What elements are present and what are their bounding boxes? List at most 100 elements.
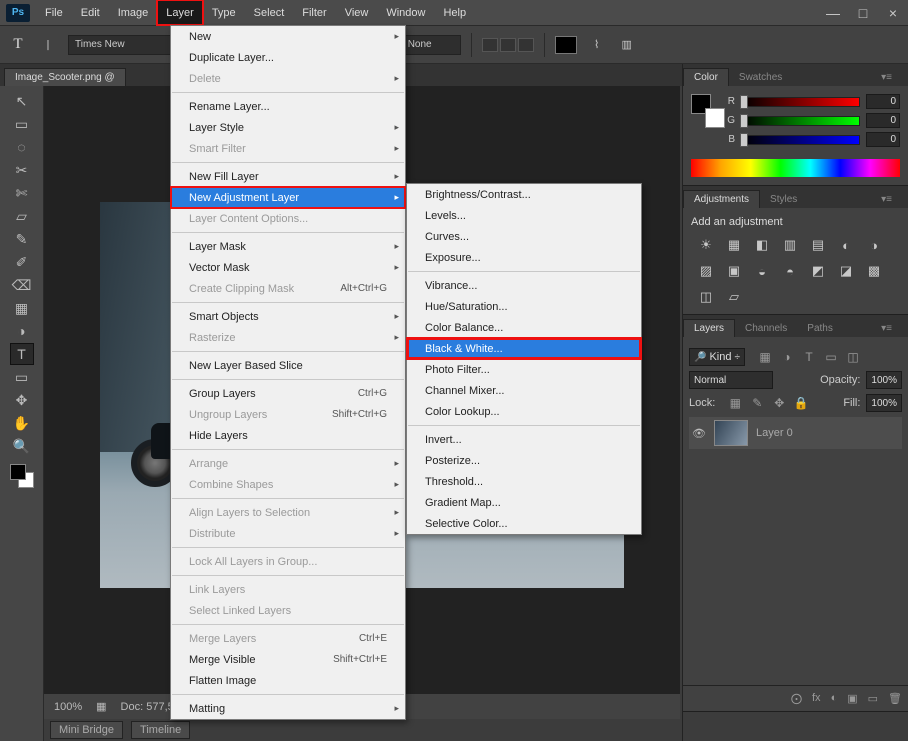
minimize-button[interactable]: — (818, 0, 848, 25)
zoom-level[interactable]: 100% (54, 701, 82, 713)
menu-item[interactable]: Rename Layer... (171, 96, 405, 117)
filter-kind-icon[interactable]: ▦ (757, 350, 773, 364)
tool-preset-icon[interactable]: T (8, 35, 28, 55)
tool-14[interactable]: ✋ (10, 412, 34, 434)
lock-icon[interactable]: ▦ (727, 396, 743, 410)
menu-type[interactable]: Type (203, 0, 245, 25)
submenu-item[interactable]: Hue/Saturation... (407, 296, 641, 317)
menu-file[interactable]: File (36, 0, 72, 25)
tool-11[interactable]: T (10, 343, 34, 365)
tool-3[interactable]: ✂ (10, 159, 34, 181)
layers-foot-icon[interactable]: ◐ (831, 692, 838, 705)
panel-menu-icon[interactable]: ▾≡ (871, 191, 902, 208)
menu-select[interactable]: Select (245, 0, 294, 25)
adjustment-icon[interactable]: ◐ (837, 236, 855, 254)
r-slider[interactable] (741, 97, 860, 107)
panel-menu-icon[interactable]: ▾≡ (871, 69, 902, 86)
filter-kind-icon[interactable]: ◫ (845, 350, 861, 364)
foreground-background-swatch[interactable] (691, 94, 717, 120)
tool-4[interactable]: ✄ (10, 182, 34, 204)
antialias-select[interactable]: None (401, 35, 461, 55)
adjustment-icon[interactable]: ◫ (697, 288, 715, 306)
adjustment-icon[interactable]: ▩ (865, 262, 883, 280)
lock-icon[interactable]: ✎ (749, 396, 765, 410)
layers-foot-icon[interactable]: 🗑 (888, 692, 902, 705)
tool-9[interactable]: ▦ (10, 297, 34, 319)
b-slider[interactable] (741, 135, 860, 145)
g-value[interactable]: 0 (866, 113, 900, 128)
tool-5[interactable]: ▱ (10, 205, 34, 227)
submenu-item[interactable]: Color Balance... (407, 317, 641, 338)
menu-view[interactable]: View (336, 0, 378, 25)
adjustment-icon[interactable]: ◑ (865, 236, 883, 254)
submenu-item[interactable]: Exposure... (407, 247, 641, 268)
tool-1[interactable]: ▭ (10, 113, 34, 135)
menu-item[interactable]: Matting (171, 698, 405, 719)
submenu-item[interactable]: Brightness/Contrast... (407, 184, 641, 205)
submenu-item[interactable]: Invert... (407, 429, 641, 450)
close-button[interactable]: × (878, 0, 908, 25)
adjustment-icon[interactable]: ▣ (725, 262, 743, 280)
adjustment-icon[interactable]: ◒ (753, 262, 771, 280)
adjustment-icon[interactable]: ▦ (725, 236, 743, 254)
adjustment-icon[interactable]: ◩ (809, 262, 827, 280)
adjustment-icon[interactable]: ◧ (753, 236, 771, 254)
menu-item[interactable]: Vector Mask (171, 257, 405, 278)
submenu-item[interactable]: Photo Filter... (407, 359, 641, 380)
adjustments-tab[interactable]: Adjustments (683, 190, 760, 208)
menu-item[interactable]: New Adjustment Layer (171, 187, 405, 208)
submenu-item[interactable]: Posterize... (407, 450, 641, 471)
text-color-swatch[interactable] (555, 36, 577, 54)
orientation-icon[interactable]: ⼁ (38, 35, 58, 55)
r-value[interactable]: 0 (866, 94, 900, 109)
lock-icon[interactable]: 🔒 (793, 396, 809, 410)
channels-tab[interactable]: Channels (735, 320, 797, 337)
menu-item[interactable]: Duplicate Layer... (171, 47, 405, 68)
submenu-item[interactable]: Curves... (407, 226, 641, 247)
paths-tab[interactable]: Paths (797, 320, 843, 337)
adjustment-icon[interactable]: ☀ (697, 236, 715, 254)
menu-filter[interactable]: Filter (293, 0, 335, 25)
adjustment-icon[interactable]: ▱ (725, 288, 743, 306)
submenu-item[interactable]: Gradient Map... (407, 492, 641, 513)
menu-item[interactable]: New Layer Based Slice (171, 355, 405, 376)
menu-item[interactable]: New (171, 26, 405, 47)
filter-kind-icon[interactable]: ▭ (823, 350, 839, 364)
menu-layer[interactable]: Layer (157, 0, 203, 25)
lock-icon[interactable]: ✥ (771, 396, 787, 410)
color-spectrum[interactable] (691, 159, 900, 177)
tool-8[interactable]: ⌫ (10, 274, 34, 296)
menu-item[interactable]: Group LayersCtrl+G (171, 383, 405, 404)
menu-edit[interactable]: Edit (72, 0, 109, 25)
document-tab[interactable]: Image_Scooter.png @ (4, 68, 126, 86)
tool-10[interactable]: ◑ (10, 320, 34, 342)
menu-item[interactable]: Layer Style (171, 117, 405, 138)
layer-name[interactable]: Layer 0 (756, 427, 793, 439)
menu-item[interactable]: Layer Mask (171, 236, 405, 257)
tool-15[interactable]: 🔍 (10, 435, 34, 457)
adjustment-icon[interactable]: ▤ (809, 236, 827, 254)
tool-2[interactable]: ◌ (10, 136, 34, 158)
fg-bg-swatch[interactable] (10, 464, 34, 488)
menu-item[interactable]: Merge VisibleShift+Ctrl+E (171, 649, 405, 670)
submenu-item[interactable]: Vibrance... (407, 275, 641, 296)
layers-foot-icon[interactable]: fx (812, 692, 821, 705)
tool-6[interactable]: ✎ (10, 228, 34, 250)
menu-image[interactable]: Image (109, 0, 158, 25)
blend-mode-select[interactable]: Normal (689, 371, 773, 389)
visibility-icon[interactable]: 👁 (692, 427, 706, 440)
menu-help[interactable]: Help (434, 0, 475, 25)
submenu-item[interactable]: Threshold... (407, 471, 641, 492)
layer-thumbnail[interactable] (714, 420, 748, 446)
adjustment-icon[interactable]: ◪ (837, 262, 855, 280)
adjustment-icon[interactable]: ◓ (781, 262, 799, 280)
text-align-group[interactable] (482, 38, 534, 52)
submenu-item[interactable]: Color Lookup... (407, 401, 641, 422)
swatches-tab[interactable]: Swatches (729, 69, 792, 86)
tool-7[interactable]: ✐ (10, 251, 34, 273)
menu-item[interactable]: Hide Layers (171, 425, 405, 446)
timeline-tab[interactable]: Timeline (131, 721, 190, 739)
submenu-item[interactable]: Channel Mixer... (407, 380, 641, 401)
submenu-item[interactable]: Levels... (407, 205, 641, 226)
fill-value[interactable]: 100% (866, 394, 902, 412)
